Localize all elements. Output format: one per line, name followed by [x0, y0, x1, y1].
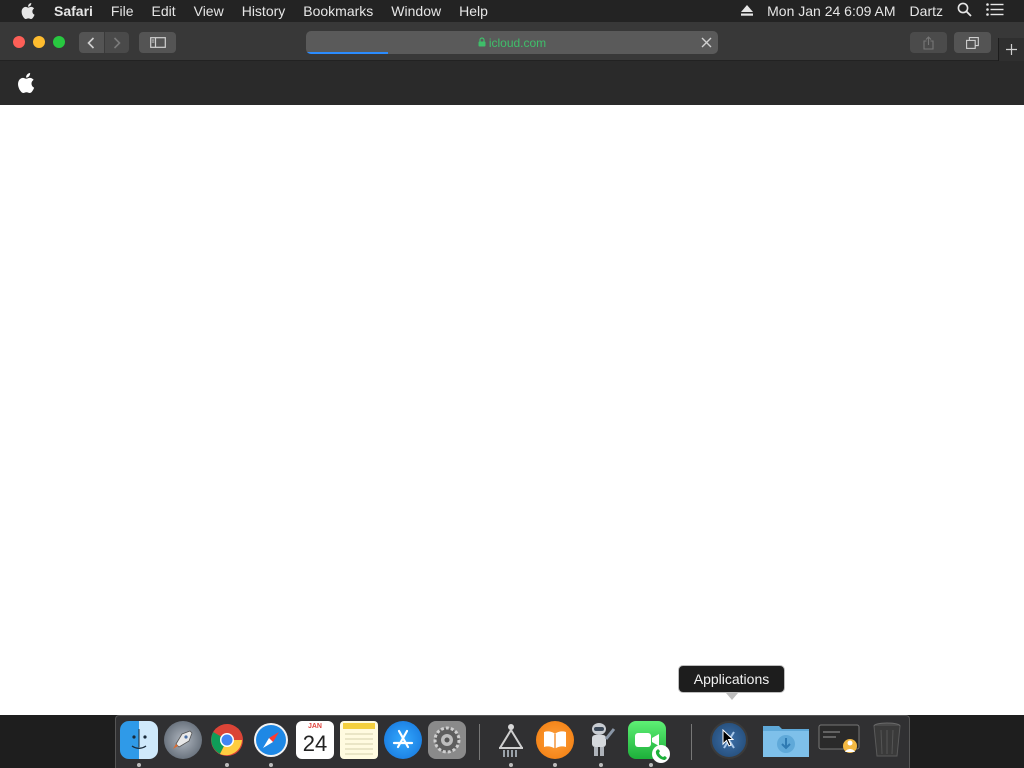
launchpad-icon[interactable]: [164, 721, 202, 759]
url-text: icloud.com: [488, 35, 547, 50]
facetime-icon[interactable]: [628, 721, 670, 763]
chevron-left-icon: [87, 36, 95, 49]
dock-separator: [691, 724, 692, 760]
apple-logo-icon[interactable]: [17, 73, 35, 93]
navigation-buttons: [79, 32, 129, 53]
menu-bar: Safari File Edit View History Bookmarks …: [0, 0, 1024, 22]
spotlight-search-icon[interactable]: [957, 2, 972, 20]
menubar-clock[interactable]: Mon Jan 24 6:09 AM: [767, 3, 895, 19]
menu-history[interactable]: History: [242, 3, 286, 19]
eject-icon[interactable]: [741, 3, 754, 19]
automator-icon[interactable]: [580, 721, 618, 759]
app-menu-safari[interactable]: Safari: [54, 3, 93, 19]
lock-icon: [478, 36, 486, 50]
app-store-icon[interactable]: [384, 721, 422, 759]
show-sidebar-button[interactable]: [139, 32, 176, 53]
apple-menu-icon[interactable]: [17, 3, 39, 19]
directory-utility-icon[interactable]: [492, 721, 530, 759]
back-button[interactable]: [79, 32, 104, 53]
stop-loading-icon[interactable]: [699, 35, 713, 49]
address-bar[interactable]: icloud.com: [306, 31, 718, 54]
running-indicator: [649, 763, 653, 767]
downloads-folder-icon[interactable]: [762, 721, 810, 759]
running-indicator: [137, 763, 141, 767]
icloud-page-header: [0, 61, 1024, 105]
url-display: icloud.com: [306, 31, 718, 54]
books-icon[interactable]: [536, 721, 574, 759]
running-indicator: [225, 763, 229, 767]
page-content-area: [0, 105, 1024, 715]
calendar-day: 24: [302, 731, 328, 756]
plus-icon: [1006, 44, 1017, 55]
trash-icon[interactable]: [868, 721, 906, 759]
dock-tooltip: Applications: [678, 665, 785, 700]
menu-file[interactable]: File: [111, 3, 134, 19]
menu-view[interactable]: View: [194, 3, 224, 19]
running-indicator: [553, 763, 557, 767]
menu-help[interactable]: Help: [459, 3, 488, 19]
safari-toolbar: icloud.com: [0, 22, 1024, 61]
chevron-right-icon: [113, 36, 121, 49]
window-minimize-button[interactable]: [33, 36, 45, 48]
running-indicator: [599, 763, 603, 767]
dock: JAN 24: [115, 715, 910, 768]
network-folder-icon[interactable]: [818, 721, 862, 759]
share-icon: [923, 35, 934, 50]
mouse-cursor-icon: [722, 729, 734, 747]
sidebar-icon: [149, 37, 166, 48]
menu-window[interactable]: Window: [391, 3, 441, 19]
menu-edit[interactable]: Edit: [151, 3, 175, 19]
dock-separator: [479, 724, 480, 760]
notes-icon[interactable]: [340, 721, 378, 759]
calendar-month: JAN: [307, 723, 322, 730]
phone-badge-icon: [652, 745, 670, 763]
window-close-button[interactable]: [13, 36, 25, 48]
forward-button[interactable]: [103, 32, 129, 53]
show-all-tabs-button[interactable]: [954, 32, 991, 53]
menubar-user[interactable]: Dartz: [910, 3, 943, 19]
menu-bookmarks[interactable]: Bookmarks: [303, 3, 373, 19]
new-tab-button[interactable]: [998, 38, 1024, 61]
running-indicator: [509, 763, 513, 767]
chrome-icon[interactable]: [208, 721, 246, 759]
share-button[interactable]: [910, 32, 947, 53]
tabs-overview-icon: [966, 36, 979, 49]
finder-icon[interactable]: [120, 721, 158, 759]
window-zoom-button[interactable]: [53, 36, 65, 48]
calendar-icon[interactable]: JAN 24: [296, 721, 334, 759]
safari-icon[interactable]: [252, 721, 290, 759]
running-indicator: [269, 763, 273, 767]
notification-center-icon[interactable]: [986, 3, 1004, 19]
system-preferences-icon[interactable]: [428, 721, 466, 759]
